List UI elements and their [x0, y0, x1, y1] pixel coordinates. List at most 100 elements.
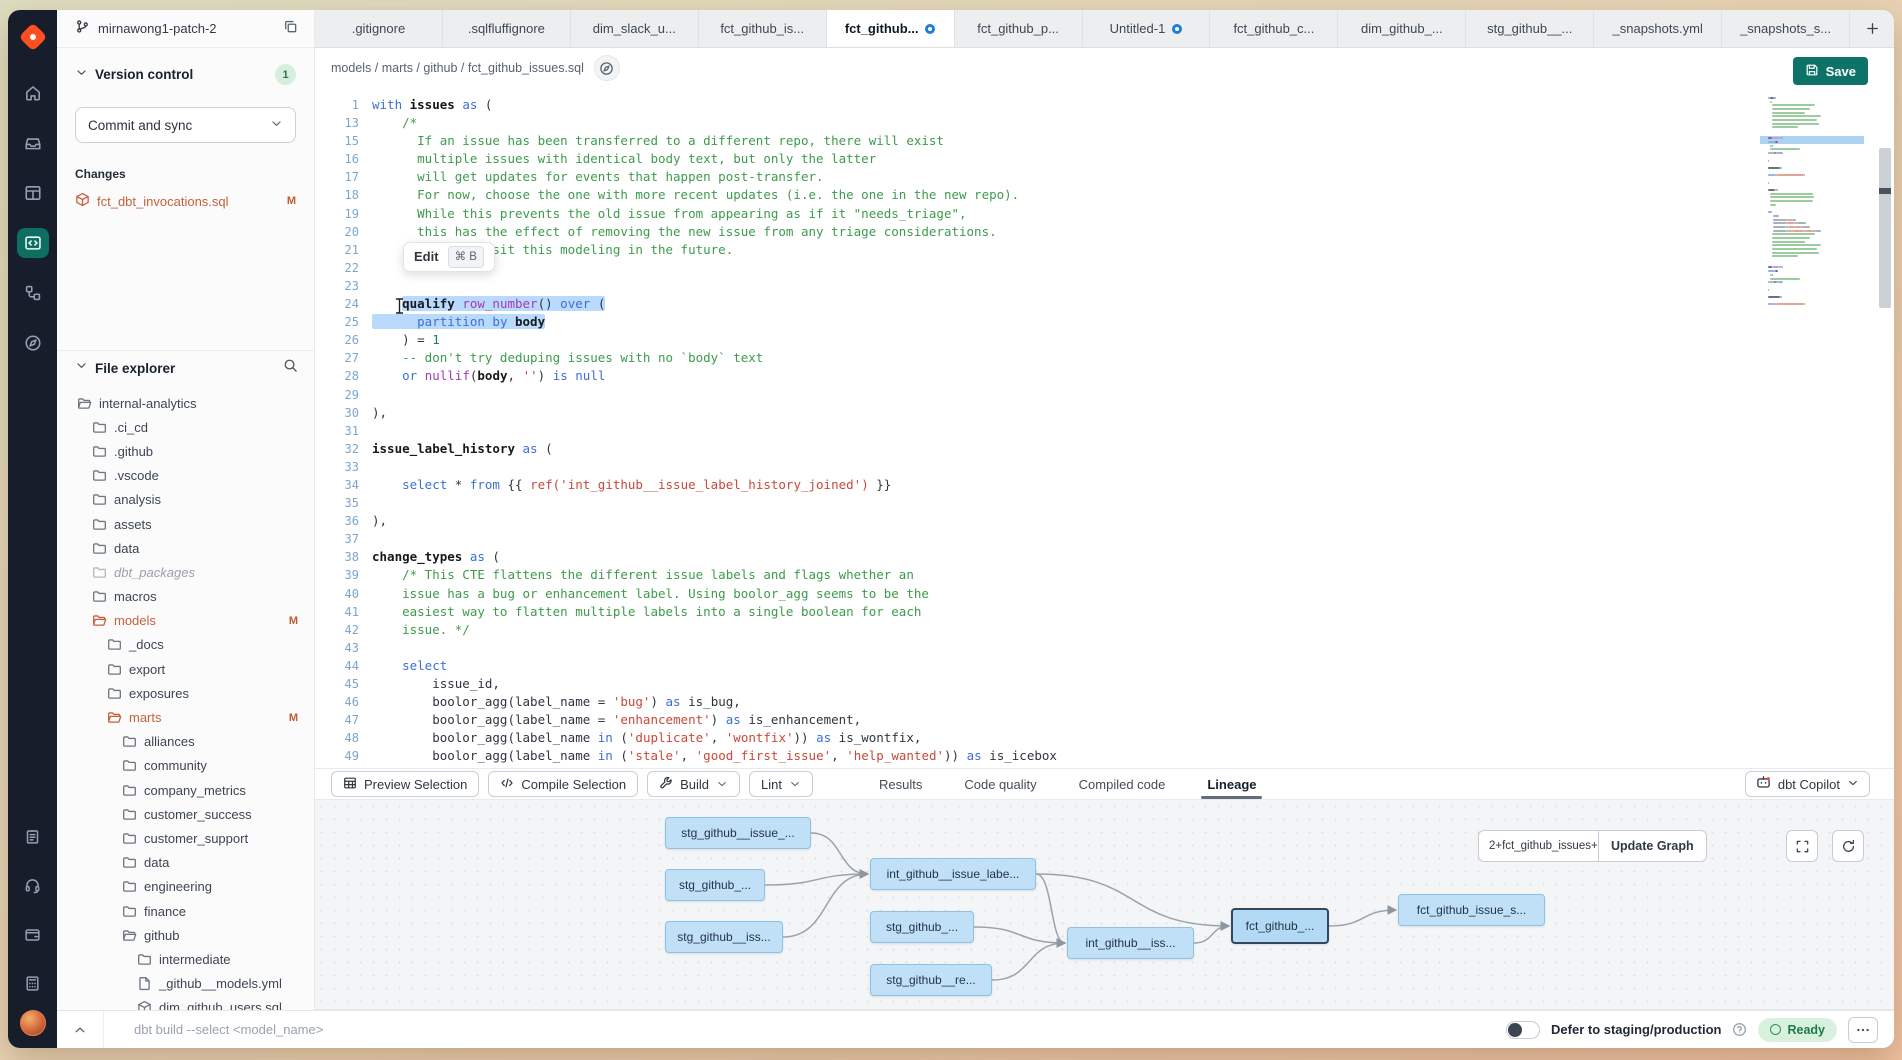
- calculator-icon[interactable]: [17, 968, 49, 998]
- code-line-17[interactable]: 17 will get updates for events that happ…: [315, 168, 1744, 186]
- dbt-copilot-button[interactable]: dbt Copilot: [1745, 771, 1870, 797]
- code-line-22[interactable]: 22: [315, 259, 1744, 277]
- home-icon[interactable]: [17, 78, 49, 108]
- tree-item-data[interactable]: data: [57, 851, 314, 875]
- save-button[interactable]: Save: [1793, 57, 1868, 85]
- build-button[interactable]: Build: [647, 771, 740, 797]
- code-line-42[interactable]: 42 issue. */: [315, 621, 1744, 639]
- code-line-21[interactable]: 21 Let's revisit this modeling in the fu…: [315, 241, 1744, 259]
- code-line-20[interactable]: 20 this has the effect of removing the n…: [315, 223, 1744, 241]
- code-editor[interactable]: 1with issues as (13 /*15 If an issue has…: [315, 88, 1894, 768]
- tree-item-models[interactable]: modelsM: [57, 609, 314, 633]
- tree-item-_docs[interactable]: _docs: [57, 633, 314, 657]
- tree-item-data[interactable]: data: [57, 536, 314, 560]
- tree-item-internal-analytics[interactable]: internal-analytics: [57, 391, 314, 415]
- refresh-icon[interactable]: [1832, 830, 1864, 862]
- code-line-25[interactable]: 25 partition by body: [315, 313, 1744, 331]
- code-line-43[interactable]: 43: [315, 639, 1744, 657]
- code-line-48[interactable]: 48 boolor_agg(label_name in ('duplicate'…: [315, 729, 1744, 747]
- tree-item-finance[interactable]: finance: [57, 899, 314, 923]
- headset-icon[interactable]: [17, 870, 49, 900]
- tree-item-.ci_cd[interactable]: .ci_cd: [57, 415, 314, 439]
- preview-selection-button[interactable]: Preview Selection: [331, 771, 479, 797]
- commit-and-sync-dropdown[interactable]: Commit and sync: [75, 107, 296, 143]
- tree-item-export[interactable]: export: [57, 657, 314, 681]
- code-line-47[interactable]: 47 boolor_agg(label_name = 'enhancement'…: [315, 711, 1744, 729]
- help-circle-icon[interactable]: [1732, 1022, 1747, 1037]
- lineage-node-stg_github__re[interactable]: stg_github__re...: [870, 964, 992, 996]
- edit-popup[interactable]: Edit ⌘ B: [403, 242, 495, 272]
- version-control-header[interactable]: Version control 1: [75, 64, 296, 85]
- code-line-44[interactable]: 44 select: [315, 657, 1744, 675]
- tab-lineage[interactable]: Lineage: [1207, 769, 1256, 799]
- clipboard-icon[interactable]: [17, 821, 49, 851]
- tree-item-dim_github_users.sql[interactable]: dim_github_users.sql: [57, 996, 314, 1010]
- code-line-41[interactable]: 41 easiest way to flatten multiple label…: [315, 603, 1744, 621]
- code-line-34[interactable]: 34 select * from {{ ref('int_github__iss…: [315, 476, 1744, 494]
- tree-item-customer_success[interactable]: customer_success: [57, 802, 314, 826]
- code-line-18[interactable]: 18 For now, choose the one with more rec…: [315, 186, 1744, 204]
- code-line-46[interactable]: 46 boolor_agg(label_name = 'bug') as is_…: [315, 693, 1744, 711]
- file-explorer-header[interactable]: File explorer: [57, 351, 314, 385]
- editor-tab-dim_github_...[interactable]: dim_github_...: [1338, 10, 1466, 47]
- changed-file-row[interactable]: fct_dbt_invocations.sql M: [75, 190, 296, 212]
- code-line-23[interactable]: 23: [315, 277, 1744, 295]
- wallet-icon[interactable]: [17, 919, 49, 949]
- scrollbar-thumb[interactable]: [1879, 148, 1891, 308]
- open-docs-compass-icon[interactable]: [594, 55, 620, 81]
- fork-icon[interactable]: [17, 278, 49, 308]
- code-line-40[interactable]: 40 issue has a bug or enhancement label.…: [315, 585, 1744, 603]
- code-line-31[interactable]: 31: [315, 422, 1744, 440]
- code-line-39[interactable]: 39 /* This CTE flattens the different is…: [315, 566, 1744, 584]
- editor-tab-_snapshots.yml[interactable]: _snapshots.yml: [1594, 10, 1722, 47]
- lineage-node-fct_github_issue_s[interactable]: fct_github_issue_s...: [1398, 894, 1545, 926]
- editor-tab-dim_slack_u...[interactable]: dim_slack_u...: [571, 10, 699, 47]
- branch-header[interactable]: mirnawong1-patch-2: [57, 10, 314, 48]
- code-line-38[interactable]: 38change_types as (: [315, 548, 1744, 566]
- code-line-1[interactable]: 1with issues as (: [315, 96, 1744, 114]
- tree-item-assets[interactable]: assets: [57, 512, 314, 536]
- tree-item-alliances[interactable]: alliances: [57, 730, 314, 754]
- tree-item-.github[interactable]: .github: [57, 439, 314, 463]
- code-line-33[interactable]: 33: [315, 458, 1744, 476]
- more-options-button[interactable]: [1848, 1017, 1878, 1043]
- tree-item-.vscode[interactable]: .vscode: [57, 464, 314, 488]
- fullscreen-icon[interactable]: [1786, 830, 1818, 862]
- tree-item-_github__models.yml[interactable]: _github__models.yml: [57, 972, 314, 996]
- editor-tab-fct_github...[interactable]: fct_github...: [827, 10, 955, 47]
- editor-tab-.sqlfluffignore[interactable]: .sqlfluffignore: [443, 10, 571, 47]
- tab-results[interactable]: Results: [879, 769, 922, 799]
- tree-item-marts[interactable]: martsM: [57, 705, 314, 729]
- code-line-49[interactable]: 49 boolor_agg(label_name in ('stale', 'g…: [315, 747, 1744, 765]
- editor-tab-fct_github_c...[interactable]: fct_github_c...: [1210, 10, 1338, 47]
- tab-compiled-code[interactable]: Compiled code: [1079, 769, 1166, 799]
- tree-item-community[interactable]: community: [57, 754, 314, 778]
- code-line-29[interactable]: 29: [315, 386, 1744, 404]
- expand-command-bar-icon[interactable]: [57, 1023, 103, 1037]
- code-line-19[interactable]: 19 While this prevents the old issue fro…: [315, 205, 1744, 223]
- tree-item-macros[interactable]: macros: [57, 585, 314, 609]
- update-graph-button[interactable]: Update Graph: [1598, 830, 1707, 862]
- editor-tab-Untitled-1[interactable]: Untitled-1: [1083, 10, 1211, 47]
- tree-item-company_metrics[interactable]: company_metrics: [57, 778, 314, 802]
- tree-item-analysis[interactable]: analysis: [57, 488, 314, 512]
- code-line-37[interactable]: 37: [315, 530, 1744, 548]
- tree-item-intermediate[interactable]: intermediate: [57, 947, 314, 971]
- grid-icon[interactable]: [17, 178, 49, 208]
- compass-icon[interactable]: [17, 328, 49, 358]
- editor-scrollbar[interactable]: [1878, 88, 1891, 768]
- lineage-node-fct_github_[interactable]: fct_github_...: [1231, 908, 1329, 944]
- tree-item-engineering[interactable]: engineering: [57, 875, 314, 899]
- defer-toggle[interactable]: [1506, 1021, 1540, 1039]
- code-line-32[interactable]: 32issue_label_history as (: [315, 440, 1744, 458]
- codewin-icon[interactable]: [17, 228, 49, 258]
- lineage-node-stg_github_[interactable]: stg_github_...: [665, 869, 765, 901]
- code-lines[interactable]: 1with issues as (13 /*15 If an issue has…: [315, 96, 1744, 768]
- lineage-node-int_github__issue_labe[interactable]: int_github__issue_labe...: [870, 858, 1036, 890]
- code-line-45[interactable]: 45 issue_id,: [315, 675, 1744, 693]
- code-line-24[interactable]: 24 qualify row_number() over (: [315, 295, 1744, 313]
- tab-code-quality[interactable]: Code quality: [964, 769, 1036, 799]
- code-line-13[interactable]: 13 /*: [315, 114, 1744, 132]
- code-line-35[interactable]: 35: [315, 494, 1744, 512]
- lineage-node-stg_github__issue_[interactable]: stg_github__issue_...: [665, 817, 811, 849]
